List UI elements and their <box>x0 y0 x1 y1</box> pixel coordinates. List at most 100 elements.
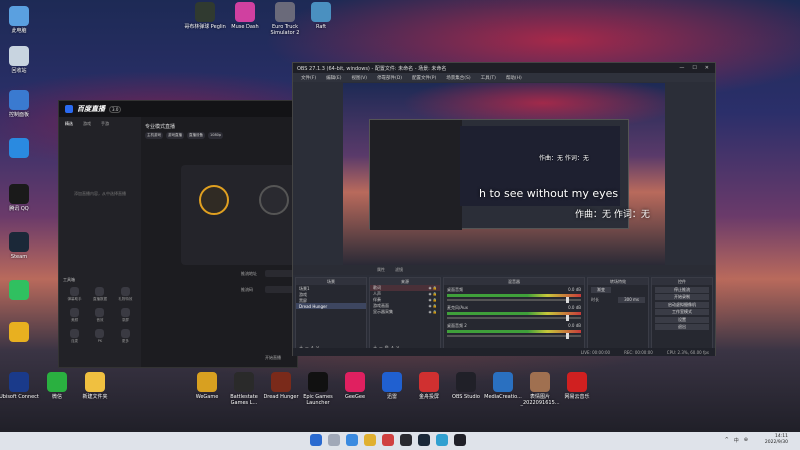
app-version-badge: 3.0 <box>109 105 122 113</box>
volume-knob[interactable] <box>566 297 569 303</box>
tray-overflow-icon[interactable]: ^ <box>725 437 729 444</box>
desktop-icon[interactable] <box>0 138 42 160</box>
control-button[interactable]: 工作室模式 <box>655 309 709 315</box>
properties-button[interactable]: 属性 <box>377 267 385 273</box>
scenes-panel: 场景 场景1游戏黑屏Dread Hunger + − ∧ ∨ <box>295 277 367 353</box>
app-sidebar-hint: 添加直播内容，从中选择直播 <box>74 191 126 196</box>
tool-label: 美颜 <box>71 318 79 322</box>
obs-title: OBS 27.1.3 (64-bit, windows) - 配置文件: 未命名… <box>297 65 447 72</box>
taskbar-clock[interactable]: 14:11 2022/9/30 <box>765 434 788 446</box>
obs-menu-item[interactable]: 帮助(H) <box>506 75 522 81</box>
preview-toolbar: 属性 滤镜 <box>293 265 715 275</box>
app-toolbox: 工具箱 弹幕助手 直播数据 礼物特效 美颜 音效 录屏 连麦 PK 更多 <box>63 277 137 344</box>
control-button[interactable]: 退出 <box>655 324 709 330</box>
control-button[interactable]: 设置 <box>655 316 709 323</box>
desktop-icon[interactable]: 控制面板 <box>0 90 42 118</box>
mode-chip[interactable]: 游戏直播 <box>166 132 184 139</box>
toolbox-item[interactable]: 直播数据 <box>88 287 111 302</box>
tool-icon <box>120 329 130 338</box>
clock-date: 2022/9/30 <box>764 440 788 445</box>
file-explorer-icon[interactable] <box>364 434 376 446</box>
volume-slider[interactable] <box>447 297 581 303</box>
steam-taskbar-icon[interactable] <box>418 434 430 446</box>
desktop-icon[interactable]: Steam <box>0 232 42 260</box>
toolbox-item[interactable]: 美颜 <box>63 308 86 323</box>
minimize-button[interactable]: — <box>679 65 684 71</box>
search-icon[interactable] <box>328 434 340 446</box>
screen-source-icon[interactable] <box>259 185 289 215</box>
close-button[interactable]: ✕ <box>705 65 709 71</box>
network-icon[interactable]: ⊕ <box>744 437 748 444</box>
control-button[interactable]: 启动虚拟摄像机 <box>655 301 709 308</box>
ime-indicator[interactable]: 中 <box>734 437 739 444</box>
desktop-icon[interactable] <box>0 280 42 302</box>
control-button[interactable]: 开始录制 <box>655 294 709 300</box>
tool-icon <box>120 287 130 296</box>
mixer-channel-header: 麦克风/Aux 0.0 dB <box>447 305 581 311</box>
app-icon <box>9 6 29 26</box>
toolbox-item[interactable]: 连麦 <box>63 329 86 344</box>
desktop-icon[interactable]: 回收站 <box>0 46 42 74</box>
app-sidebar: 精选 游戏 手游 添加直播内容，从中选择直播 工具箱 弹幕助手 直播数据 礼物特效美… <box>59 117 141 367</box>
taskbar: ^ 中 ⊕ 14:11 2022/9/30 <box>0 432 800 450</box>
maximize-button[interactable]: ☐ <box>692 65 696 71</box>
obs-menu-item[interactable]: 编辑(E) <box>326 75 341 81</box>
camera-source-icon[interactable] <box>199 185 229 215</box>
obs-title-bar: OBS 27.1.3 (64-bit, windows) - 配置文件: 未命名… <box>293 63 715 73</box>
obs-menu-item[interactable]: 配置文件(P) <box>412 75 436 81</box>
start-icon[interactable] <box>310 434 322 446</box>
start-live-button[interactable]: 开始直播 <box>265 355 281 361</box>
app-tab-games[interactable]: 游戏 <box>83 121 91 127</box>
obs-menu-item[interactable]: 文件(F) <box>301 75 316 81</box>
mode-chip[interactable]: 主机游戏 <box>145 132 163 139</box>
desktop-icon-label: 此电脑 <box>11 28 27 34</box>
obs-preview[interactable]: 作曲：无 作词：无 h to see without my eyes 作曲：无 … <box>343 83 665 265</box>
mode-chip[interactable]: 1080p <box>208 132 224 139</box>
app-icon <box>382 372 402 392</box>
app-icon <box>456 372 476 392</box>
qq-taskbar-icon[interactable] <box>436 434 448 446</box>
obs-menu-item[interactable]: 场景集合(S) <box>446 75 470 81</box>
obs-menu-item[interactable]: 工具(T) <box>481 75 496 81</box>
toolbox-item[interactable]: PK <box>88 329 111 344</box>
volume-knob[interactable] <box>566 315 569 321</box>
source-item[interactable]: 显示器采集 ◉ 🔒 <box>370 309 440 315</box>
desktop-icon[interactable]: Raft <box>298 2 344 30</box>
control-button[interactable]: 停止推流 <box>655 286 709 293</box>
volume-knob[interactable] <box>566 333 569 339</box>
toolbox-item[interactable]: 礼物特效 <box>114 287 137 302</box>
epic-taskbar-icon[interactable] <box>454 434 466 446</box>
edge-icon[interactable] <box>346 434 358 446</box>
obs-status-bar: LIVE: 00:00:00 REC: 00:00:00 CPU: 2.3%, … <box>293 348 715 356</box>
obs-menu-item[interactable]: 停靠部件(D) <box>377 75 402 81</box>
app-tabs: 精选 游戏 手游 <box>59 117 141 131</box>
duration-input[interactable]: 300 ms <box>618 297 645 303</box>
desktop-icon[interactable]: 网易云音乐 <box>554 372 600 400</box>
app-tab-featured[interactable]: 精选 <box>65 121 73 127</box>
mixer-channel: 桌面音频 2 0.0 dB <box>444 321 584 339</box>
desktop-icon-label: 腾讯 QQ <box>9 206 29 212</box>
visibility-icon[interactable]: ◉ 🔒 <box>428 309 437 315</box>
desktop-icon[interactable] <box>0 322 42 344</box>
desktop-icon[interactable]: 此电脑 <box>0 6 42 34</box>
obs-taskbar-icon[interactable] <box>400 434 412 446</box>
transitions-panel: 转场特效 渐变 时长 300 ms <box>587 277 649 353</box>
toolbox-item[interactable]: 录屏 <box>114 308 137 323</box>
obs-menu-item[interactable]: 视图(V) <box>351 75 367 81</box>
filters-button[interactable]: 滤镜 <box>395 267 403 273</box>
tool-icon <box>70 329 80 338</box>
toolbox-item[interactable]: 音效 <box>88 308 111 323</box>
desktop-icon[interactable]: 腾讯 QQ <box>0 184 42 212</box>
toolbox-item[interactable]: 弹幕助手 <box>63 287 86 302</box>
volume-slider[interactable] <box>447 333 581 339</box>
toolbox-item[interactable]: 更多 <box>114 329 137 344</box>
volume-slider[interactable] <box>447 315 581 321</box>
desktop-icon[interactable]: 新建文件夹 <box>72 372 118 400</box>
transition-duration-row: 时长 300 ms <box>588 295 648 305</box>
app-main: 专业模式直播 主机游戏 游戏直播 直播设备 1080p 推流地址 推流码 开始直播 <box>141 117 331 367</box>
app-icon[interactable] <box>382 434 394 446</box>
transition-type-select[interactable]: 渐变 <box>591 287 611 293</box>
scene-item[interactable]: Dread Hunger <box>296 303 366 309</box>
app-tab-mobile[interactable]: 手游 <box>101 121 109 127</box>
mode-chip[interactable]: 直播设备 <box>187 132 205 139</box>
